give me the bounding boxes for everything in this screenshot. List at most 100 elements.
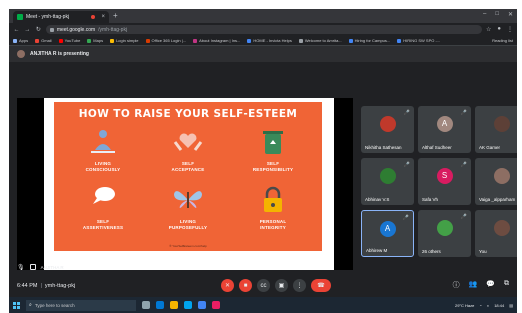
esteem-item-living-consciously: LIVING CONSCIOUSLY	[66, 128, 140, 172]
chat-icon[interactable]: 💬	[486, 280, 495, 290]
bookmark-item[interactable]: HOME - Invicta Helps	[247, 38, 292, 43]
esteem-item-label: PERSONAL INTEGRITY	[259, 219, 287, 230]
separator: |	[40, 282, 42, 289]
side-controls: ⓘ 👥 💬 ⧉	[453, 280, 509, 290]
address-row: ← → ↻ meet.google.com/ymh-ttag-pkj ☆ ● ⋮	[9, 23, 517, 36]
volume-icon[interactable]: ◖	[487, 303, 489, 308]
participant-name: Vaiga _alpparham	[479, 197, 516, 202]
address-actions: ☆ ● ⋮	[486, 26, 513, 33]
maximize-icon[interactable]: □	[495, 11, 499, 18]
bookmark-label: Gmail	[41, 38, 52, 43]
bookmark-label: About Instagram | Ins...	[199, 38, 241, 43]
participant-tile[interactable]: Abhinav V.S 🎤	[361, 158, 414, 205]
mic-off-button[interactable]: ✕	[221, 279, 234, 292]
participant-tile[interactable]: Nikhitha Sathesan 🎤	[361, 106, 414, 153]
bookmark-item[interactable]: YouTube	[58, 38, 80, 43]
presenting-banner: ANJITHA R is presenting	[9, 46, 517, 62]
system-tray: 29°C Haze ◔ ◖ 18:44 ▤	[455, 303, 513, 308]
address-bar[interactable]: meet.google.com/ymh-ttag-pkj	[45, 25, 482, 34]
bookmark-icon	[247, 38, 252, 43]
file-explorer-icon[interactable]	[170, 301, 178, 309]
hands-heart-icon	[172, 128, 204, 156]
app-icon[interactable]	[212, 301, 220, 309]
network-icon[interactable]: ◔	[479, 303, 481, 308]
esteem-item-label: LIVING PURPOSEFULLY	[168, 219, 208, 230]
esteem-item-self-assertiveness: SELF ASSERTIVENESS	[66, 186, 140, 230]
star-icon[interactable]: ☆	[486, 26, 491, 33]
bookmark-label: HOME - Invicta Helps	[253, 38, 292, 43]
chrome-icon[interactable]	[198, 301, 206, 309]
activities-icon[interactable]: ⧉	[504, 280, 509, 290]
presentation-area: HOW TO RAISE YOUR SELF-ESTEEM LIVING CONS…	[17, 98, 353, 270]
muted-mic-icon: 🎤	[402, 215, 409, 221]
browser-tab-meet[interactable]: Meet - ymh-ttag-pkj ×	[13, 11, 109, 23]
bookmark-item[interactable]: Login simple	[110, 38, 139, 43]
meeting-stage: HOW TO RAISE YOUR SELF-ESTEEM LIVING CONS…	[9, 62, 517, 270]
participant-avatar	[379, 168, 396, 184]
participant-tile[interactable]: Vaiga _alpparham🎤	[475, 158, 517, 205]
profile-icon[interactable]: ●	[497, 26, 501, 33]
bookmark-label: HIRING SW SPO -...	[403, 38, 441, 43]
window-controls: – □ ✕	[483, 11, 513, 18]
store-icon[interactable]	[184, 301, 192, 309]
bookmark-icon	[145, 38, 150, 43]
butterfly-icon	[172, 186, 204, 214]
participant-name: Abhinav V.S	[365, 197, 390, 202]
captions-button[interactable]: cc	[257, 279, 270, 292]
participant-tile[interactable]: AK Gamer🎤	[475, 106, 517, 153]
bookmark-icon	[13, 38, 17, 43]
presenter-label-row: 🎙 ANJITHA R	[9, 260, 517, 274]
close-window-icon[interactable]: ✕	[508, 11, 513, 18]
edge-icon[interactable]	[156, 301, 164, 309]
people-icon[interactable]: 👥	[469, 280, 478, 290]
notifications-icon[interactable]: ▤	[509, 303, 513, 308]
speech-bubble-icon	[87, 186, 119, 214]
minimize-icon[interactable]: –	[483, 11, 486, 18]
participant-avatar: A	[436, 116, 453, 132]
presenter-mic-icon: 🎙	[17, 264, 25, 271]
bookmark-label: Office 365 Login |...	[151, 38, 187, 43]
participant-tile[interactable]: A Abhirew M 🎤	[361, 210, 414, 257]
leave-call-button[interactable]: ☎	[311, 279, 331, 292]
task-view-icon[interactable]	[142, 301, 150, 309]
forward-icon[interactable]: →	[24, 27, 31, 33]
esteem-item-label: SELF ACCEPTANCE	[171, 161, 205, 172]
camera-off-button[interactable]: ■	[239, 279, 252, 292]
windows-start-icon[interactable]	[13, 301, 20, 309]
more-options-button[interactable]: ⋮	[293, 279, 306, 292]
info-icon[interactable]: ⓘ	[453, 280, 460, 290]
bookmark-item[interactable]: Hiring for Campus...	[348, 38, 391, 43]
participant-tile[interactable]: You🎤	[475, 210, 517, 257]
participant-tile[interactable]: 26 others 🎤	[418, 210, 471, 257]
bookmark-item[interactable]: Maps	[87, 38, 103, 43]
bookmark-icon	[298, 38, 303, 43]
new-tab-button[interactable]: +	[113, 11, 118, 20]
bookmark-label: Welcome to Amrita...	[304, 38, 342, 43]
participant-name: Nikhitha Sathesan	[365, 145, 402, 150]
bookmark-item[interactable]: Office 365 Login |...	[145, 38, 187, 43]
tab-close-icon[interactable]: ×	[101, 14, 105, 20]
url-path: /ymh-ttag-pkj	[98, 26, 128, 33]
participant-name: Safa Vh	[422, 197, 439, 202]
bookmark-item[interactable]: About Instagram | Ins...	[193, 38, 240, 43]
back-icon[interactable]: ←	[13, 27, 20, 33]
bookmark-item[interactable]: Gmail	[35, 38, 52, 43]
taskbar-search[interactable]: ⌕ Type here to search	[26, 299, 136, 311]
bookmark-item[interactable]: HIRING SW SPO -...	[397, 38, 440, 43]
reading-list[interactable]: Reading list	[492, 38, 513, 43]
esteem-item-self-responsibility: SELF RESPONSIBILITY	[236, 128, 310, 172]
bookmark-label: Hiring for Campus...	[354, 38, 391, 43]
menu-icon[interactable]: ⋮	[507, 26, 513, 33]
bookmark-item[interactable]: Apps	[13, 38, 28, 43]
participant-tile[interactable]: S Safa Vh 🎤	[418, 158, 471, 205]
search-placeholder: Type here to search	[34, 302, 75, 308]
meeting-controls: 6:44 PM | ymh-ttag-pkj ✕ ■ cc ▣ ⋮ ☎ ⓘ 👥 …	[9, 274, 517, 297]
participant-tile[interactable]: A Althaf Sudheer 🎤	[418, 106, 471, 153]
bookmarks-bar: Apps Gmail YouTube Maps Login simple Office 3…	[9, 36, 517, 46]
slide: HOW TO RAISE YOUR SELF-ESTEEM LIVING CONS…	[54, 102, 322, 251]
bookmark-icon	[110, 38, 115, 43]
reload-icon[interactable]: ↻	[35, 26, 42, 33]
present-button[interactable]: ▣	[275, 279, 288, 292]
bookmark-item[interactable]: Welcome to Amrita...	[298, 38, 342, 43]
slide-title: HOW TO RAISE YOUR SELF-ESTEEM	[78, 108, 298, 120]
